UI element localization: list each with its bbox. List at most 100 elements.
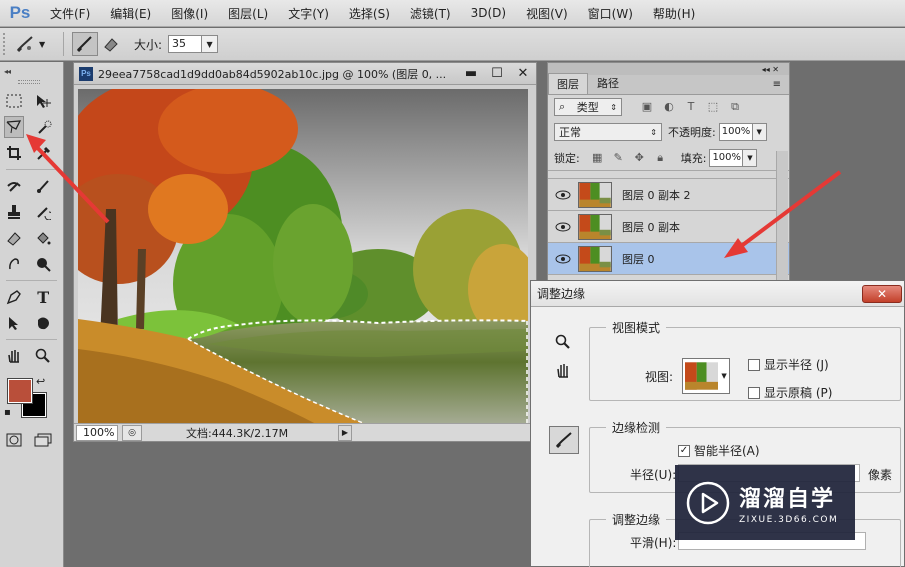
close-icon: ✕ [876, 286, 888, 301]
filter-type-icon[interactable]: T [680, 100, 702, 114]
pen-tool[interactable] [4, 286, 24, 308]
eyedropper-tool[interactable] [34, 142, 54, 164]
layer-filter-select[interactable]: ⌕ 类型 ⇕ [554, 98, 622, 116]
menu-file[interactable]: 文件(F) [40, 5, 100, 22]
menu-view[interactable]: 视图(V) [516, 5, 578, 22]
zoom-level-input[interactable]: 100% [76, 424, 118, 441]
show-radius-checkbox-row[interactable]: 显示半径 (J) [748, 356, 829, 373]
dialog-close-button[interactable]: ✕ [862, 284, 902, 303]
menu-layer[interactable]: 图层(L) [218, 5, 278, 22]
dialog-refine-radius-tool[interactable] [549, 426, 579, 454]
magic-wand-tool[interactable] [34, 116, 53, 138]
minimize-button[interactable]: ▬ [458, 65, 484, 83]
fill-dropdown[interactable]: ▼ [743, 148, 758, 167]
layers-panel: ◂◂ ✕ 图层 路径 ≡ ⌕ 类型 ⇕ ▣ ◐ T ⬚ ⧉ 正常 ⇕ 不透明度:… [547, 62, 790, 282]
tool-preset-picker[interactable]: ▼ [15, 31, 55, 57]
hand-tool[interactable] [4, 345, 24, 367]
default-colors-icon[interactable]: ▪ [4, 407, 11, 418]
dialog-zoom-tool[interactable] [551, 329, 575, 355]
zoom-tool[interactable] [34, 345, 54, 367]
layer-row-partial[interactable] [548, 171, 789, 179]
filter-smart-object-icon[interactable]: ⧉ [724, 100, 746, 114]
polygonal-lasso-tool[interactable] [4, 116, 24, 138]
crop-tool[interactable] [4, 142, 24, 164]
menu-edit[interactable]: 编辑(E) [100, 5, 161, 22]
fill-input[interactable]: 100% [709, 148, 744, 167]
lock-position-icon[interactable]: ✥ [629, 151, 650, 165]
refine-radius-tool-button[interactable] [72, 32, 98, 56]
document-titlebar[interactable]: Ps 29eea7758cad1d9dd0ab84d5902ab10c.jpg … [74, 63, 536, 85]
show-original-checkbox[interactable] [748, 386, 760, 399]
view-mode-picker[interactable]: ▼ [682, 358, 730, 394]
eraser-tool[interactable] [4, 227, 24, 249]
document-title: 29eea7758cad1d9dd0ab84d5902ab10c.jpg @ 1… [98, 67, 447, 81]
dodge-tool[interactable] [34, 253, 54, 275]
layer-row-selected[interactable]: 图层 0 [548, 243, 789, 275]
filter-shape-icon[interactable]: ⬚ [702, 100, 724, 114]
eraser-icon [7, 232, 21, 246]
close-button[interactable]: ✕ [510, 65, 536, 83]
smart-radius-checkbox[interactable]: ✓ [678, 444, 690, 457]
move-tool[interactable] [34, 90, 54, 112]
opacity-input[interactable]: 100% [718, 123, 753, 141]
size-dropdown-button[interactable]: ▼ [202, 35, 219, 53]
chevron-down-icon: ▼ [721, 372, 727, 380]
lock-transparency-icon[interactable]: ▦ [587, 151, 608, 165]
menu-help[interactable]: 帮助(H) [643, 5, 705, 22]
size-input[interactable]: 35 [168, 35, 203, 53]
show-original-checkbox-row[interactable]: 显示原稿 (P) [748, 384, 832, 401]
dodge-icon [37, 258, 51, 272]
custom-shape-tool[interactable] [34, 312, 54, 334]
hand-icon [7, 350, 19, 363]
swap-colors-icon[interactable]: ↩ [36, 375, 45, 388]
options-grip[interactable] [3, 33, 9, 55]
show-radius-checkbox[interactable] [748, 358, 760, 371]
status-menu-button[interactable]: ▶ [338, 424, 352, 441]
history-brush-tool[interactable] [34, 201, 54, 223]
opacity-dropdown[interactable]: ▼ [752, 123, 767, 141]
tab-layers[interactable]: 图层 [548, 73, 588, 94]
status-preview-button[interactable]: ◎ [122, 424, 142, 441]
layer-row[interactable]: 图层 0 副本 2 [548, 179, 789, 211]
refine-radius-brush-icon [555, 432, 572, 449]
menu-select[interactable]: 选择(S) [339, 5, 400, 22]
menu-image[interactable]: 图像(I) [161, 5, 218, 22]
blend-mode-select[interactable]: 正常 ⇕ [554, 123, 662, 141]
erase-refinements-tool-button[interactable] [98, 32, 124, 56]
filter-pixel-icon[interactable]: ▣ [636, 100, 658, 114]
eye-icon [555, 190, 571, 199]
lock-pixels-icon[interactable]: ✎ [608, 151, 629, 165]
toolbox-grip[interactable] [18, 80, 40, 84]
refine-radius-brush-icon [16, 36, 33, 53]
type-tool[interactable]: T [34, 286, 54, 308]
visibility-toggle[interactable] [548, 254, 578, 264]
visibility-toggle[interactable] [548, 190, 578, 200]
quick-mask-button[interactable] [4, 429, 24, 451]
healing-brush-tool[interactable] [4, 175, 24, 197]
visibility-toggle[interactable] [548, 222, 578, 232]
smart-radius-checkbox-row[interactable]: ✓ 智能半径(A) [678, 442, 760, 459]
smudge-tool[interactable] [4, 253, 24, 275]
dialog-hand-tool[interactable] [551, 357, 575, 383]
menu-type[interactable]: 文字(Y) [278, 5, 339, 22]
toolbox-collapse[interactable]: ◂◂ [0, 62, 63, 80]
foreground-color-swatch[interactable] [7, 378, 33, 404]
clone-stamp-tool[interactable] [4, 201, 24, 223]
brush-tool[interactable] [34, 175, 54, 197]
lock-all-icon[interactable]: 🔒︎ [650, 151, 671, 165]
path-selection-tool[interactable] [4, 312, 24, 334]
panel-menu-icon[interactable]: ≡ [773, 79, 781, 90]
dialog-titlebar[interactable]: 调整边缘 ✕ [531, 281, 904, 307]
layer-row[interactable]: 图层 0 副本 [548, 211, 789, 243]
tab-paths[interactable]: 路径 [588, 72, 628, 94]
menu-filter[interactable]: 滤镜(T) [400, 5, 461, 22]
screen-mode-button[interactable] [34, 429, 54, 451]
layers-scrollbar[interactable] [776, 151, 788, 281]
menu-window[interactable]: 窗口(W) [578, 5, 643, 22]
filter-adjustment-icon[interactable]: ◐ [658, 100, 680, 114]
rectangular-marquee-tool[interactable] [4, 90, 24, 112]
maximize-button[interactable]: ☐ [484, 65, 510, 83]
paint-bucket-tool[interactable] [34, 227, 54, 249]
menu-3d[interactable]: 3D(D) [461, 6, 516, 20]
image-canvas[interactable] [78, 89, 528, 425]
